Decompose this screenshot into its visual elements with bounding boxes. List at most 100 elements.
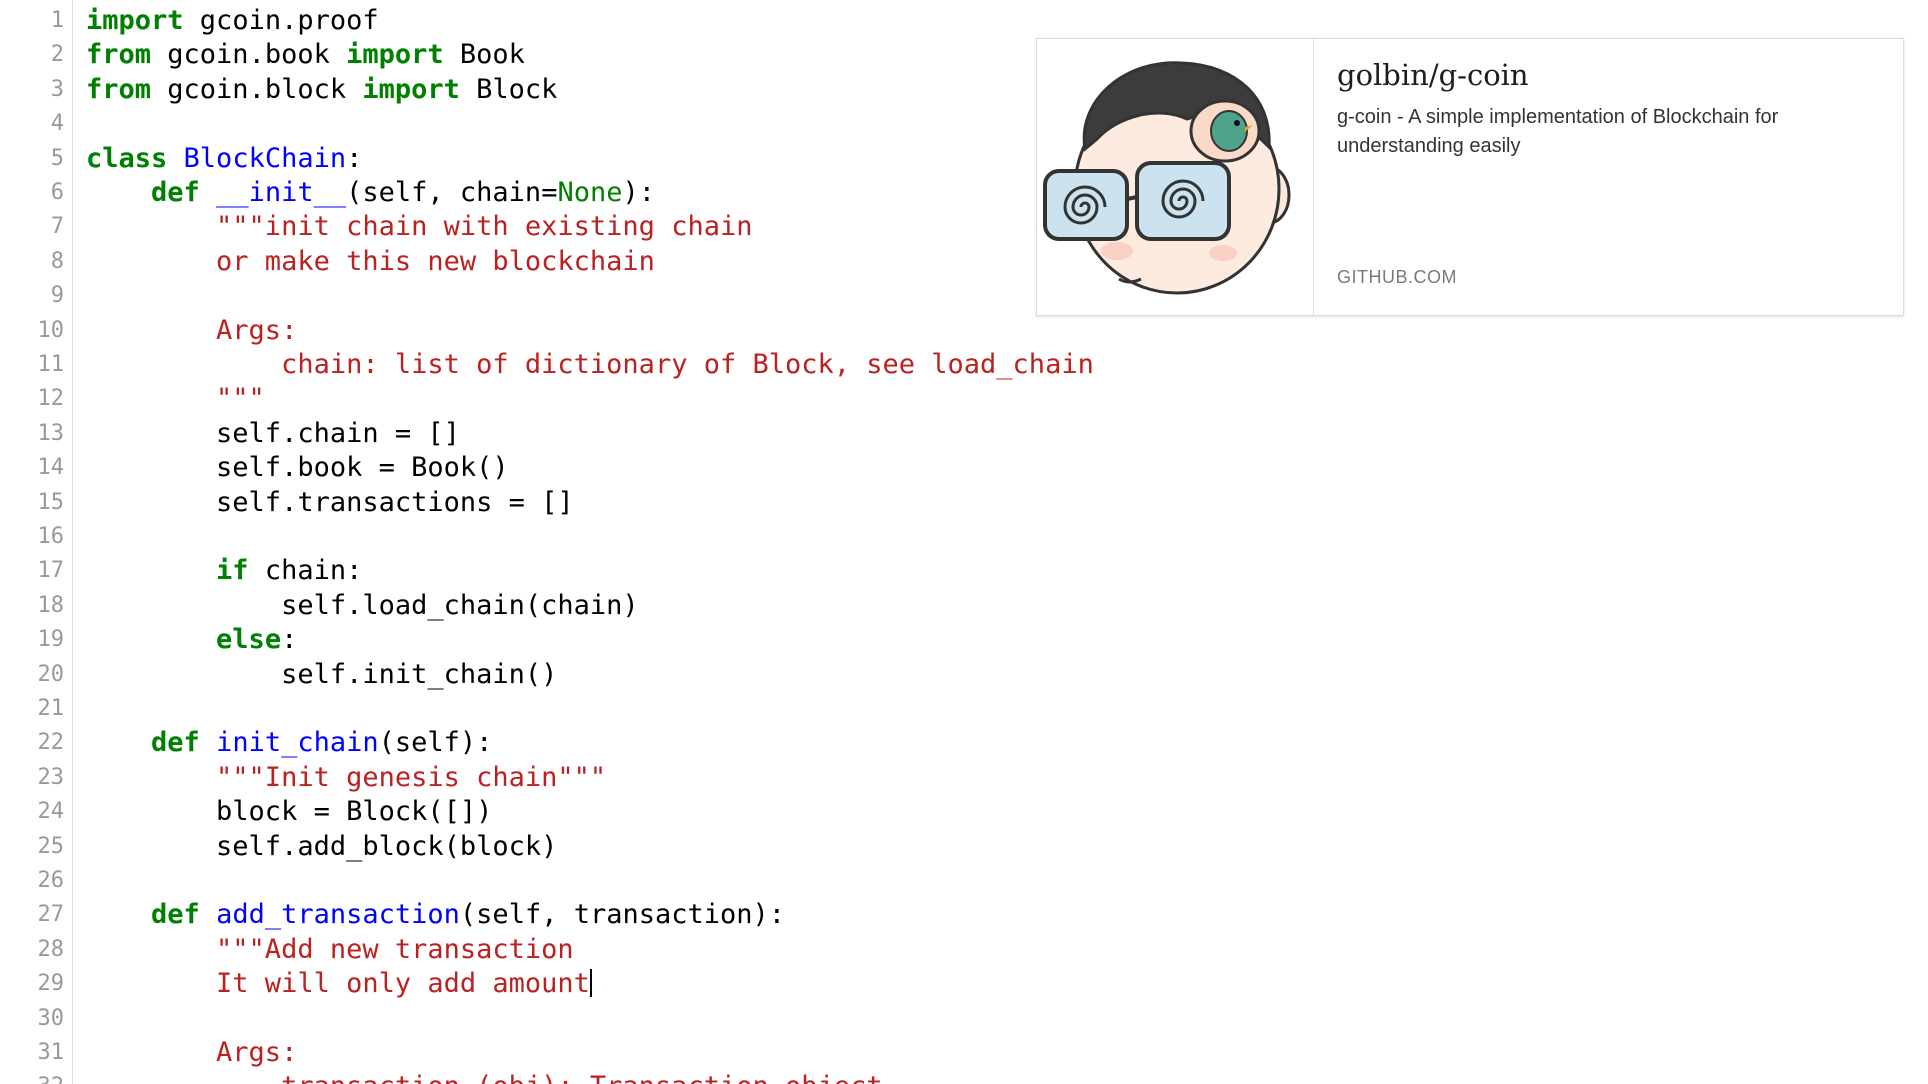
code-line[interactable]: 1 import gcoin.proof [0,4,1928,38]
code-token: def [151,727,200,759]
line-number: 29 [37,971,65,997]
code-text[interactable]: or make this new blockchain [86,245,655,279]
code-line[interactable]: 26 [0,864,1928,898]
code-token: import [362,73,460,105]
code-text[interactable]: import gcoin.proof [86,4,379,38]
line-number: 26 [37,868,65,893]
code-text[interactable]: """ [86,382,265,416]
code-token: def [151,177,200,208]
code-text[interactable]: class BlockChain: [86,142,362,176]
code-text[interactable]: self.load_chain(chain) [86,589,639,623]
code-token: None [557,177,623,208]
line-number: 10 [37,317,65,343]
code-token: : [346,142,363,174]
code-text[interactable]: def init_chain(self): [86,726,492,760]
code-line[interactable]: 11 chain: list of dictionary of Block, s… [0,348,1928,382]
code-token: Args: [86,1037,298,1068]
line-number: 27 [37,902,65,928]
line-number: 11 [37,352,65,377]
code-line[interactable]: 28 """Add new transaction [0,933,1928,967]
line-number: 7 [50,214,64,240]
code-text[interactable]: It will only add amount [86,967,592,1001]
code-line[interactable]: 31 Args: [0,1036,1928,1070]
code-text[interactable]: """Init genesis chain""" [86,761,606,795]
code-line[interactable]: 14 self.book = Book() [0,451,1928,485]
code-line[interactable]: 19 else: [0,623,1928,657]
code-line[interactable]: 13 self.chain = [] [0,417,1928,451]
code-token: (self, transaction): [459,899,786,931]
line-number: 6 [50,180,64,205]
code-token: self.transactions = [] [86,486,574,518]
code-line[interactable]: 30 [0,1002,1928,1036]
code-token: add_transaction [216,899,460,931]
avatar-illustration-icon [1043,61,1291,295]
code-line[interactable]: 27 def add_transaction(self, transaction… [0,898,1928,932]
code-line[interactable]: 17 if chain: [0,554,1928,588]
code-line[interactable]: 16 [0,520,1928,554]
code-token: self.chain = [] [86,417,460,449]
code-token: It will only add amount [86,968,590,1000]
code-text[interactable]: """Add new transaction [86,933,574,967]
code-token: self.init_chain() [86,658,558,690]
line-number: 18 [37,592,65,618]
line-number: 3 [50,76,64,102]
line-number: 8 [50,248,64,274]
code-token: """init chain with existing chain [86,211,753,243]
code-text[interactable]: def __init__(self, chain=None): [86,176,655,210]
code-text[interactable]: if chain: [86,554,362,588]
link-preview-card[interactable]: golbin/g-coin g-coin - A simple implemen… [1036,38,1904,316]
code-line[interactable]: 23 """Init genesis chain""" [0,761,1928,795]
code-line[interactable]: 32 transaction (obj): Transaction object [0,1070,1928,1084]
line-number: 2 [50,42,64,68]
code-line[interactable]: 20 self.init_chain() [0,658,1928,692]
code-text[interactable]: self.transactions = [] [86,486,574,520]
code-text[interactable]: else: [86,623,297,657]
code-token: if [216,555,249,587]
code-line[interactable]: 29 It will only add amount [0,967,1928,1001]
code-line[interactable]: 15 self.transactions = [] [0,486,1928,520]
code-line[interactable]: 10 Args: [0,314,1928,348]
code-text[interactable]: self.book = Book() [86,451,509,485]
code-text[interactable]: Args: [86,1036,297,1070]
code-line[interactable]: 18 self.load_chain(chain) [0,589,1928,623]
code-text[interactable]: from gcoin.book import Book [86,38,525,72]
code-token: Book [443,39,525,71]
line-number: 21 [37,696,65,721]
code-text[interactable]: self.add_block(block) [86,830,557,864]
line-number: 23 [37,764,65,790]
code-token: self.load_chain(chain) [86,589,639,621]
code-text[interactable]: transaction (obj): Transaction object [86,1070,882,1084]
code-line[interactable]: 22 def init_chain(self): [0,726,1928,760]
code-text[interactable]: self.init_chain() [86,658,557,692]
code-token: self.add_block(block) [86,830,558,862]
code-text[interactable]: def add_transaction(self, transaction): [86,898,785,932]
code-line[interactable]: 25 self.add_block(block) [0,830,1928,864]
line-number: 19 [37,627,65,653]
code-line[interactable]: 24 block = Block([]) [0,795,1928,829]
code-token: __init__ [216,177,347,208]
line-number: 32 [0,1070,65,1084]
code-line[interactable]: 21 [0,692,1928,726]
code-token: from [86,73,152,105]
code-token: gcoin.block [151,73,363,105]
code-token: gcoin.book [151,39,347,71]
repo-description: g-coin - A simple implementation of Bloc… [1337,106,1779,157]
line-number: 30 [37,1005,65,1031]
code-text[interactable]: """init chain with existing chain [86,210,752,244]
repo-title[interactable]: golbin/g-coin [1337,55,1877,95]
code-text[interactable]: block = Block([]) [86,795,492,829]
code-token: or make this new blockchain [86,245,655,277]
code-line[interactable]: 12 """ [0,382,1928,416]
code-token: else [216,624,282,656]
line-number: 15 [37,489,65,515]
line-number: 25 [37,833,65,859]
code-text[interactable]: from gcoin.block import Block [86,73,557,107]
code-text[interactable]: self.chain = [] [86,417,460,451]
code-text[interactable]: Args: [86,314,297,348]
line-number: 1 [50,8,64,33]
code-text[interactable]: chain: list of dictionary of Block, see … [86,348,1094,382]
code-token: init_chain [216,727,379,759]
